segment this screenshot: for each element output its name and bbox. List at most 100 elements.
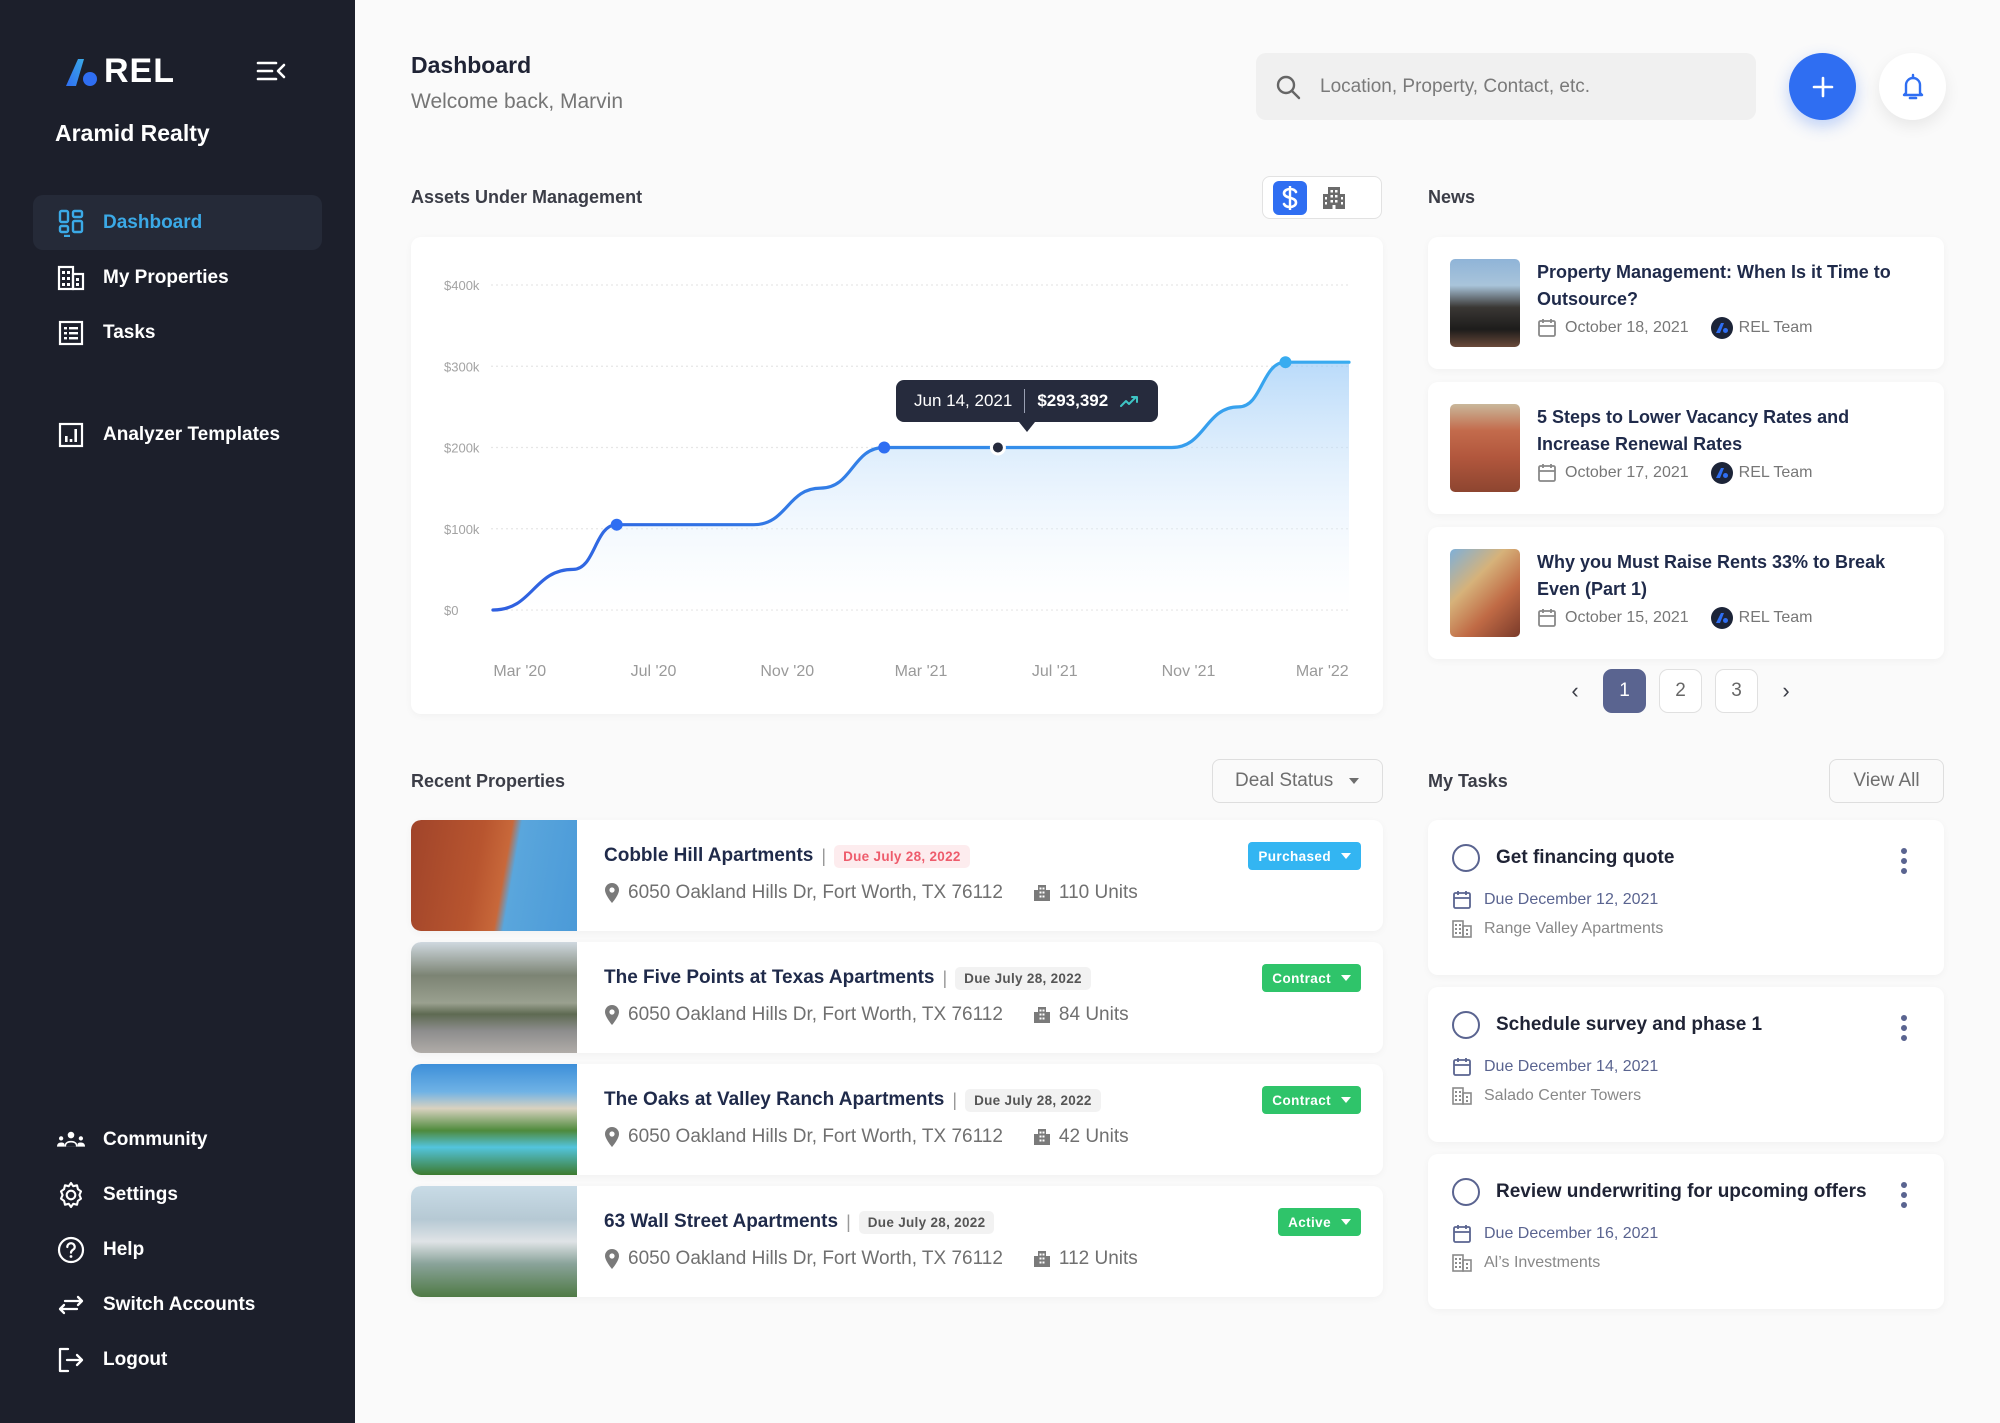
prev-page-button[interactable]: ‹ xyxy=(1560,669,1590,713)
deal-status-pill[interactable]: Contract xyxy=(1262,1086,1361,1114)
property-address: 6050 Oakland Hills Dr, Fort Worth, TX 76… xyxy=(628,882,1003,903)
property-card[interactable]: 63 Wall Street Apartments | Due July 28,… xyxy=(411,1186,1383,1297)
deal-status-dropdown[interactable]: Deal Status xyxy=(1212,759,1383,803)
task-title: Get financing quote xyxy=(1496,847,1675,868)
page-button-3[interactable]: 3 xyxy=(1715,669,1758,713)
building-icon xyxy=(1033,1007,1050,1023)
deal-status-pill[interactable]: Contract xyxy=(1262,964,1361,992)
property-card[interactable]: Cobble Hill Apartments | Due July 28, 20… xyxy=(411,820,1383,931)
building-icon xyxy=(1452,1087,1472,1105)
news-date: October 17, 2021 xyxy=(1565,464,1689,481)
notifications-button[interactable] xyxy=(1879,53,1946,120)
y-tick-label: $100k xyxy=(444,522,480,537)
task-complete-checkbox[interactable] xyxy=(1452,1178,1480,1206)
tooltip-arrow xyxy=(1019,422,1035,432)
status-label: Contract xyxy=(1272,970,1331,986)
due-date-badge: Due July 28, 2022 xyxy=(965,1088,1101,1112)
news-author: REL Team xyxy=(1710,317,1812,339)
property-units: 112 Units xyxy=(1033,1248,1138,1270)
more-options-icon[interactable] xyxy=(1896,1182,1912,1208)
rel-avatar-icon xyxy=(1710,317,1733,339)
news-title: Property Management: When Is it Time to … xyxy=(1537,262,1891,309)
page-button-1[interactable]: 1 xyxy=(1603,669,1646,713)
news-item[interactable]: Property Management: When Is it Time to … xyxy=(1428,237,1944,369)
view-all-tasks-button[interactable]: View All xyxy=(1829,759,1944,803)
sidebar-item-label: Community xyxy=(103,1128,208,1150)
building-icon xyxy=(57,265,85,290)
sidebar-item-analyzer-templates[interactable]: Analyzer Templates xyxy=(33,407,322,462)
sidebar-item-switch-accounts[interactable]: Switch Accounts xyxy=(33,1277,322,1332)
property-card[interactable]: The Five Points at Texas Apartments | Du… xyxy=(411,942,1383,1053)
caret-down-icon xyxy=(1349,778,1360,784)
task-complete-checkbox[interactable] xyxy=(1452,1011,1480,1039)
sidebar-item-label: Logout xyxy=(103,1348,168,1370)
sidebar-item-dashboard[interactable]: Dashboard xyxy=(33,195,322,250)
x-tick-label: Jul '20 xyxy=(631,663,677,680)
task-card[interactable]: Review underwriting for upcoming offers … xyxy=(1428,1154,1944,1309)
task-card[interactable]: Get financing quote Due December 12, 202… xyxy=(1428,820,1944,975)
toggle-dollar-view[interactable] xyxy=(1273,180,1307,215)
tooltip-date: Jun 14, 2021 xyxy=(914,391,1013,410)
more-options-icon[interactable] xyxy=(1896,1015,1912,1041)
location-pin-icon xyxy=(605,1249,619,1269)
calendar-icon xyxy=(1453,891,1471,909)
add-button[interactable] xyxy=(1789,53,1856,120)
property-thumbnail xyxy=(411,1186,577,1297)
toggle-property-view[interactable] xyxy=(1317,181,1351,215)
sidebar-item-help[interactable]: Help xyxy=(33,1222,322,1277)
primary-nav: Dashboard My Properties Tasks xyxy=(33,195,322,360)
property-card[interactable]: The Oaks at Valley Ranch Apartments | Du… xyxy=(411,1064,1383,1175)
sidebar-item-logout[interactable]: Logout xyxy=(33,1332,322,1387)
data-point xyxy=(1279,356,1292,369)
calendar-icon xyxy=(1538,464,1556,482)
switch-icon xyxy=(58,1295,84,1314)
news-title: 5 Steps to Lower Vacancy Rates and Incre… xyxy=(1537,407,1850,454)
sidebar-item-settings[interactable]: Settings xyxy=(33,1167,322,1222)
calendar-icon xyxy=(1538,609,1556,627)
more-options-icon[interactable] xyxy=(1896,848,1912,874)
rel-avatar-icon xyxy=(1710,607,1733,629)
aum-chart[interactable]: $0 $100k $200k $300k $400k Mar '20 Jul '20 Nov… xyxy=(411,237,1383,714)
my-tasks-title: My Tasks xyxy=(1428,771,1508,791)
news-item[interactable]: Why you Must Raise Rents 33% to Break Ev… xyxy=(1428,527,1944,659)
news-meta: October 17, 2021 REL Team xyxy=(1537,462,1922,484)
logout-icon xyxy=(58,1347,84,1372)
property-units: 110 Units xyxy=(1033,882,1138,904)
collapse-menu-button[interactable] xyxy=(256,58,286,84)
sidebar-item-community[interactable]: Community xyxy=(33,1112,322,1167)
y-tick-label: $300k xyxy=(444,359,480,374)
data-point xyxy=(878,441,891,454)
bar-chart-icon xyxy=(58,422,84,447)
task-card[interactable]: Schedule survey and phase 1 Due December… xyxy=(1428,987,1944,1142)
page-button-2[interactable]: 2 xyxy=(1659,669,1702,713)
separator: | xyxy=(942,967,948,988)
due-date-badge: Due July 28, 2022 xyxy=(955,966,1091,990)
search-input[interactable] xyxy=(1320,75,1720,98)
deal-status-label: Deal Status xyxy=(1235,770,1334,791)
x-tick-label: Mar '22 xyxy=(1296,663,1349,680)
deal-status-pill[interactable]: Active xyxy=(1278,1208,1361,1236)
caret-down-icon xyxy=(1341,1097,1351,1103)
sidebar-item-my-properties[interactable]: My Properties xyxy=(33,250,322,305)
calendar-icon xyxy=(1538,319,1556,337)
task-due: Due December 16, 2021 xyxy=(1452,1224,1920,1244)
logo-text: REL xyxy=(104,52,175,90)
property-thumbnail xyxy=(411,1064,577,1175)
next-page-button[interactable]: › xyxy=(1771,669,1801,713)
task-complete-checkbox[interactable] xyxy=(1452,844,1480,872)
news-item[interactable]: 5 Steps to Lower Vacancy Rates and Incre… xyxy=(1428,382,1944,514)
separator: | xyxy=(846,1211,851,1232)
task-due: Due December 12, 2021 xyxy=(1452,890,1920,910)
due-date-badge: Due July 28, 2022 xyxy=(834,844,970,868)
news-title: News xyxy=(1428,187,1476,207)
task-property: Salado Center Towers xyxy=(1452,1087,1920,1105)
search-bar[interactable] xyxy=(1256,53,1756,120)
aum-chart-card: $0 $100k $200k $300k $400k Mar '20 Jul '20 Nov… xyxy=(411,237,1383,714)
logo[interactable]: REL xyxy=(64,52,175,91)
chevron-right-icon: › xyxy=(1782,678,1790,703)
sidebar-item-tasks[interactable]: Tasks xyxy=(33,305,322,360)
chevron-left-icon: ‹ xyxy=(1571,678,1579,703)
building-icon xyxy=(1323,186,1345,209)
separator: | xyxy=(821,845,827,866)
deal-status-pill[interactable]: Purchased xyxy=(1248,842,1361,870)
